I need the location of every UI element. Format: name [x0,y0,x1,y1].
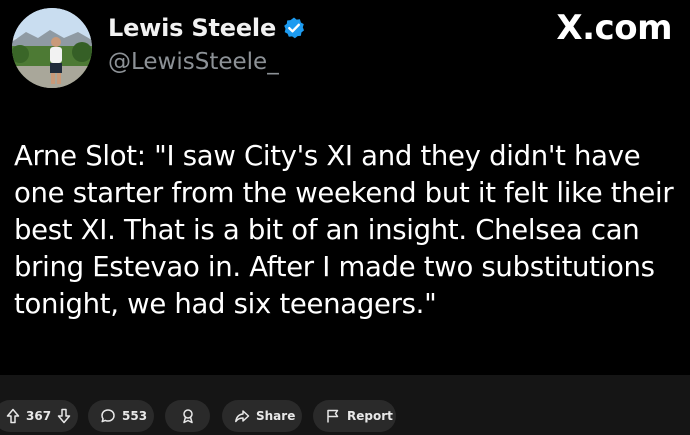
x-com-brand-logo: X.com [556,8,672,48]
post-action-bar: 367 553 Share Report [0,375,690,435]
tweet-text: Arne Slot: "I saw City's XI and they did… [14,140,674,320]
flag-icon [325,408,341,424]
verified-badge-icon [282,16,306,40]
award-button[interactable] [165,400,210,432]
author-name[interactable]: Lewis Steele [108,14,276,42]
vote-count: 367 [26,409,52,423]
avatar-photo [12,8,92,88]
author-handle[interactable]: @LewisSteele_ [108,49,279,75]
share-label: Share [256,409,296,423]
share-arrow-icon [234,408,250,424]
share-button[interactable]: Share [222,400,302,432]
comment-count: 553 [122,409,148,423]
report-label: Report [347,409,393,423]
comments-button[interactable]: 553 [88,400,154,432]
tweet-screenshot-card: Lewis Steele @LewisSteele_ X.com Arne Sl… [0,0,690,375]
award-icon [180,408,196,424]
arrow-down-icon[interactable] [57,408,71,424]
vote-control: 367 [0,400,78,432]
author-avatar[interactable] [12,8,92,88]
report-button[interactable]: Report [313,400,396,432]
author-name-row: Lewis Steele [108,14,306,42]
speech-bubble-icon [100,408,116,424]
arrow-up-icon[interactable] [6,408,20,424]
